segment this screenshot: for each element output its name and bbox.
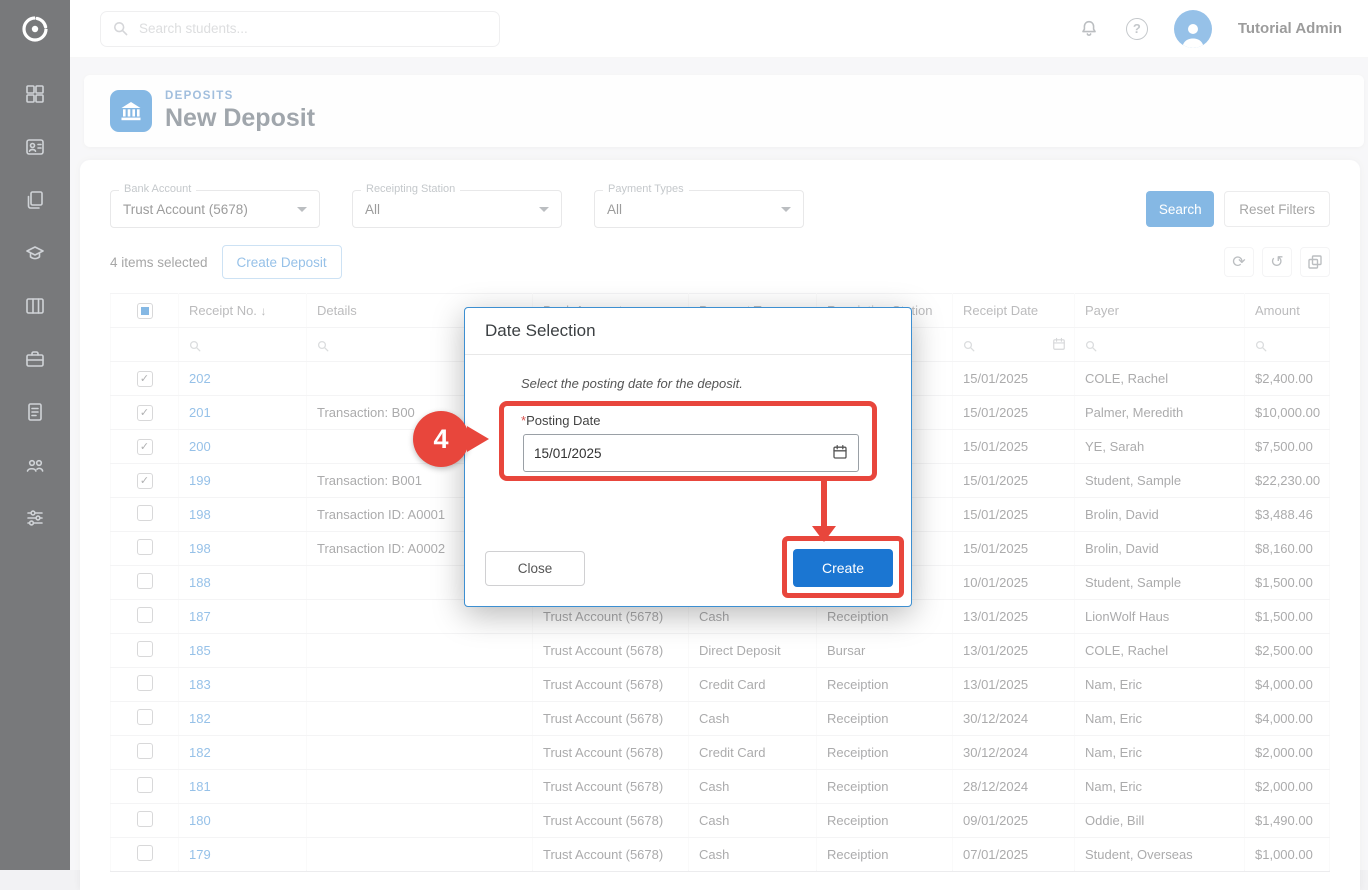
annotation-arrow-down <box>812 526 836 542</box>
calendar-icon[interactable] <box>832 444 848 463</box>
modal-instruction: Select the posting date for the deposit. <box>521 376 743 391</box>
posting-date-value: 15/01/2025 <box>534 446 602 461</box>
create-button[interactable]: Create <box>793 549 893 587</box>
modal-header: Date Selection <box>465 308 911 355</box>
close-button[interactable]: Close <box>485 551 585 586</box>
posting-date-input[interactable]: 15/01/2025 <box>523 434 859 472</box>
posting-date-label: *Posting Date <box>521 413 601 428</box>
annotation-arrow-right <box>467 426 489 452</box>
modal-title: Date Selection <box>485 321 596 341</box>
date-selection-modal: Date Selection Select the posting date f… <box>464 307 912 607</box>
annotation-arrow-line <box>821 479 827 531</box>
posting-date-label-text: Posting Date <box>526 413 600 428</box>
